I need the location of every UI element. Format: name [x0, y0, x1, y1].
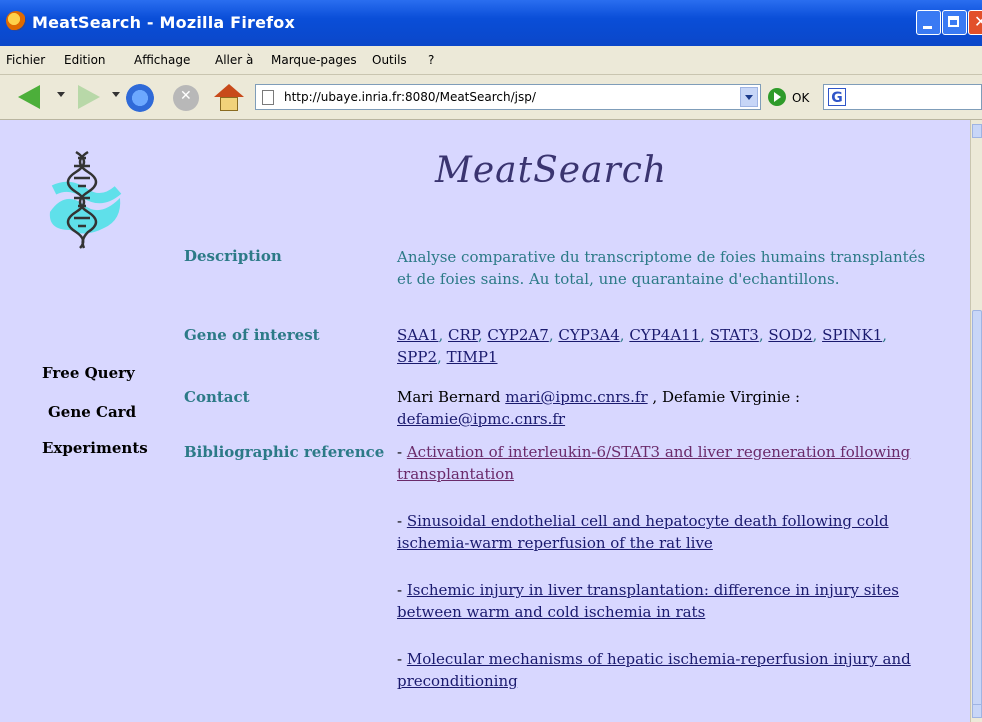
go-button-label[interactable]: OK	[792, 91, 809, 105]
dna-logo-icon	[49, 150, 122, 249]
page-content: MeatSearch Free Query Gene Card Experime…	[0, 120, 970, 722]
biblio-item: - Activation of interleukin-6/STAT3 and …	[397, 443, 911, 483]
minimize-button[interactable]	[916, 10, 941, 35]
vertical-scrollbar[interactable]	[970, 120, 982, 722]
contact-name-2: , Defamie Virginie :	[652, 388, 801, 406]
genes-label: Gene of interest	[184, 326, 320, 344]
scroll-down-button[interactable]	[972, 704, 982, 718]
menu-fichier[interactable]: Fichier	[6, 53, 45, 67]
stop-icon[interactable]	[173, 85, 199, 111]
gene-link[interactable]: SPINK1	[822, 326, 882, 344]
contact-name-1: Mari Bernard	[397, 388, 501, 406]
biblio-link[interactable]: Molecular mechanisms of hepatic ischemia…	[397, 650, 911, 690]
menu-affichage[interactable]: Affichage	[134, 53, 190, 67]
biblio-link[interactable]: Sinusoidal endothelial cell and hepatocy…	[397, 512, 889, 552]
close-button[interactable]	[968, 10, 982, 35]
reload-icon[interactable]	[126, 84, 154, 112]
go-icon[interactable]	[768, 88, 786, 106]
biblio-item: - Molecular mechanisms of hepatic ischem…	[397, 650, 911, 690]
biblio-link[interactable]: Ischemic injury in liver transplantation…	[397, 581, 899, 621]
description-label: Description	[184, 247, 282, 265]
menu-bar: Fichier Edition Affichage Aller à Marque…	[0, 46, 982, 115]
genes-list: SAA1, CRP, CYP2A7, CYP3A4, CYP4A11, STAT…	[397, 326, 888, 366]
window-titlebar: MeatSearch - Mozilla Firefox	[0, 0, 982, 46]
back-icon[interactable]	[18, 85, 40, 109]
gene-link[interactable]: CYP4A11	[629, 326, 700, 344]
scrollbar-thumb[interactable]	[972, 310, 982, 716]
page-title: MeatSearch	[435, 150, 668, 191]
url-text[interactable]: http://ubaye.inria.fr:8080/MeatSearch/js…	[284, 90, 536, 104]
menu-outils[interactable]: Outils	[372, 53, 407, 67]
gene-link[interactable]: CYP3A4	[558, 326, 619, 344]
forward-dropdown-icon[interactable]	[112, 92, 120, 97]
description-text: Analyse comparative du transcriptome de …	[397, 248, 926, 288]
url-bar[interactable]: http://ubaye.inria.fr:8080/MeatSearch/js…	[255, 84, 761, 110]
nav-free-query[interactable]: Free Query	[42, 364, 135, 382]
gene-link[interactable]: STAT3	[710, 326, 759, 344]
menu-edition[interactable]: Edition	[64, 53, 106, 67]
gene-link[interactable]: CRP	[448, 326, 478, 344]
nav-experiments[interactable]: Experiments	[42, 439, 148, 457]
biblio-label: Bibliographic reference	[184, 443, 385, 461]
gene-link[interactable]: TIMP1	[447, 348, 498, 366]
biblio-link[interactable]: Activation of interleukin-6/STAT3 and li…	[397, 443, 910, 483]
gene-link[interactable]: SAA1	[397, 326, 438, 344]
window-title: MeatSearch - Mozilla Firefox	[32, 13, 296, 32]
menu-marque-pages[interactable]: Marque-pages	[271, 53, 357, 67]
gene-link[interactable]: CYP2A7	[487, 326, 548, 344]
menu-help[interactable]: ?	[428, 53, 434, 67]
gene-link[interactable]: SOD2	[768, 326, 812, 344]
search-box[interactable]: G	[823, 84, 982, 110]
contact-email-1[interactable]: mari@ipmc.cnrs.fr	[505, 388, 647, 406]
google-search-icon[interactable]: G	[828, 88, 846, 106]
back-dropdown-icon[interactable]	[57, 92, 65, 97]
url-history-dropdown-icon[interactable]	[740, 87, 758, 107]
gene-link[interactable]: SPP2	[397, 348, 437, 366]
menu-aller[interactable]: Aller à	[215, 53, 253, 67]
page-icon	[262, 90, 274, 105]
biblio-item: - Ischemic injury in liver transplantati…	[397, 581, 899, 621]
home-icon[interactable]	[214, 84, 244, 112]
firefox-icon	[6, 11, 26, 31]
nav-gene-card[interactable]: Gene Card	[48, 403, 136, 421]
contact-label: Contact	[184, 388, 250, 406]
scroll-up-button[interactable]	[972, 124, 982, 138]
contact-email-2[interactable]: defamie@ipmc.cnrs.fr	[397, 410, 565, 428]
biblio-item: - Sinusoidal endothelial cell and hepato…	[397, 512, 889, 552]
forward-icon[interactable]	[78, 85, 100, 109]
contact-info: Mari Bernard mari@ipmc.cnrs.fr , Defamie…	[397, 386, 937, 430]
maximize-button[interactable]	[942, 10, 967, 35]
